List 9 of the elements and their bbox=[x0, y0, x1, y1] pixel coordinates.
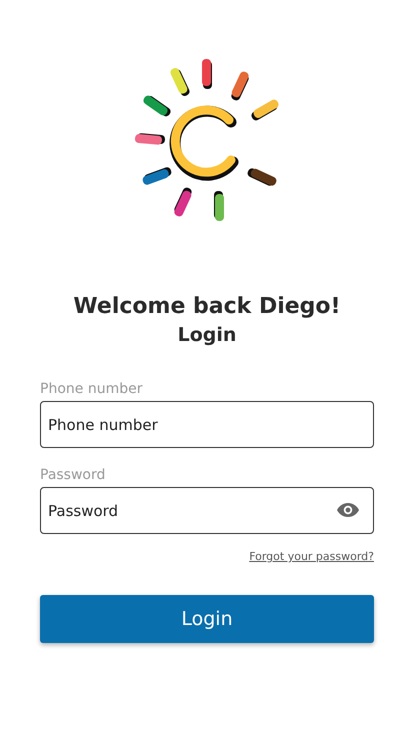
password-field[interactable]: Password bbox=[40, 487, 374, 534]
login-heading: Login bbox=[178, 323, 236, 348]
field-label: Password bbox=[40, 466, 106, 484]
login-button[interactable]: Login bbox=[40, 595, 374, 643]
show-password-icon[interactable] bbox=[337, 503, 359, 517]
forgot-password-link[interactable]: Forgot your password? bbox=[249, 550, 374, 563]
field-label: Phone number bbox=[40, 380, 144, 398]
welcome-title: Welcome back Diego! bbox=[73, 293, 341, 321]
phone-field[interactable]: Phone number bbox=[40, 401, 374, 448]
